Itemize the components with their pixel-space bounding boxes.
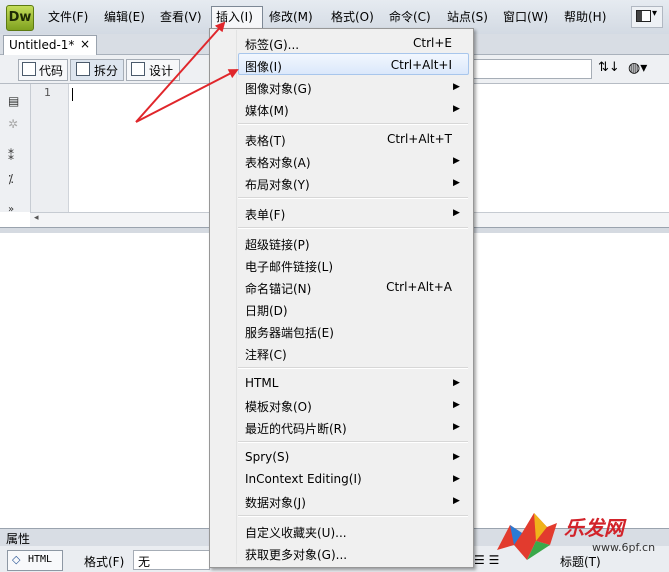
watermark-url: www.6pf.cn bbox=[592, 541, 656, 554]
menu-view[interactable]: 查看(V) bbox=[160, 8, 202, 25]
design-view-label: 设计 bbox=[149, 64, 174, 78]
menu-commands[interactable]: 命令(C) bbox=[389, 8, 431, 25]
watermark-text: 乐发网 bbox=[564, 516, 624, 540]
open-documents-icon[interactable]: ▤ bbox=[8, 94, 19, 108]
menu-insert[interactable]: 插入(I) bbox=[216, 8, 253, 25]
menu-separator bbox=[238, 367, 468, 369]
submenu-arrow-icon: ▶ bbox=[453, 82, 460, 92]
insert-menu-item-label: InContext Editing(I) bbox=[245, 472, 362, 486]
insert-menu-item-label: 自定义收藏夹(U)... bbox=[245, 526, 347, 540]
collapse-tag-icon[interactable]: ⁑ bbox=[8, 149, 14, 163]
menu-format[interactable]: 格式(O) bbox=[331, 8, 374, 25]
design-view-icon bbox=[131, 62, 145, 76]
properties-title: 属性 bbox=[6, 532, 31, 546]
code-view-icon bbox=[22, 62, 36, 76]
file-management-icon[interactable]: ⇅↓ bbox=[598, 60, 620, 75]
menu-separator bbox=[238, 515, 468, 517]
menu-icon-gutter bbox=[211, 30, 237, 564]
insert-menu-item-label: 标签(G)... bbox=[245, 38, 300, 52]
insert-menu-item-label: 最近的代码片断(R) bbox=[245, 422, 347, 436]
insert-menu-item-label: 媒体(M) bbox=[245, 104, 289, 118]
insert-menu-item-label: Spry(S) bbox=[245, 450, 290, 464]
submenu-arrow-icon: ▶ bbox=[453, 104, 460, 114]
menu-separator bbox=[238, 227, 468, 229]
insert-menu-item-label: 电子邮件链接(L) bbox=[245, 260, 334, 274]
insert-menu-item-shortcut: Ctrl+Alt+I bbox=[390, 58, 452, 72]
submenu-arrow-icon: ▶ bbox=[453, 452, 460, 462]
submenu-arrow-icon: ▶ bbox=[453, 474, 460, 484]
dreamweaver-logo: Dw bbox=[6, 5, 34, 31]
watermark-logo bbox=[497, 513, 557, 560]
submenu-arrow-icon: ▶ bbox=[453, 156, 460, 166]
document-tab-title: Untitled-1* bbox=[9, 38, 75, 52]
menu-window[interactable]: 窗口(W) bbox=[503, 8, 548, 25]
menu-help[interactable]: 帮助(H) bbox=[564, 8, 606, 25]
html-tag-icon: ◇ bbox=[12, 553, 21, 566]
insert-menu-item-shortcut: Ctrl+E bbox=[413, 36, 452, 50]
split-view-label: 拆分 bbox=[94, 64, 119, 78]
insert-menu-item-label: 注释(C) bbox=[245, 348, 287, 362]
menu-site[interactable]: 站点(S) bbox=[447, 8, 488, 25]
insert-menu-item-label: 表格对象(A) bbox=[245, 156, 311, 170]
insert-menu-item-label: 日期(D) bbox=[245, 304, 288, 318]
insert-menu-item-label: 服务器端包括(E) bbox=[245, 326, 334, 340]
insert-menu-item-shortcut: Ctrl+Alt+T bbox=[386, 132, 452, 146]
insert-menu-item-label: 图像对象(G) bbox=[245, 82, 312, 96]
menu-separator bbox=[238, 197, 468, 199]
title-label: 标题(T) bbox=[560, 555, 601, 569]
submenu-arrow-icon: ▶ bbox=[453, 400, 460, 410]
format-select-value: 无 bbox=[138, 555, 151, 569]
menu-separator bbox=[238, 123, 468, 125]
submenu-arrow-icon: ▶ bbox=[453, 378, 460, 388]
insert-menu-item-label: 图像(I) bbox=[245, 60, 282, 74]
submenu-arrow-icon: ▶ bbox=[453, 208, 460, 218]
insert-menu-item-label: HTML bbox=[245, 376, 279, 390]
chevron-down-icon: ▾ bbox=[652, 8, 658, 19]
format-label: 格式(F) bbox=[84, 555, 125, 569]
insert-menu-item-label: 获取更多对象(G)... bbox=[245, 548, 348, 562]
preview-browser-icon[interactable]: ◍▾ bbox=[628, 60, 647, 76]
code-view-label: 代码 bbox=[39, 64, 64, 78]
insert-menu-item-label: 表格(T) bbox=[245, 134, 286, 148]
insert-menu-item-label: 表单(F) bbox=[245, 208, 286, 222]
menu-edit[interactable]: 编辑(E) bbox=[104, 8, 145, 25]
insert-menu-item-label: 命名锚记(N) bbox=[245, 282, 312, 296]
layout-grid-icon bbox=[636, 10, 651, 22]
insert-menu-item-label: 数据对象(J) bbox=[245, 496, 306, 510]
line-number-gutter bbox=[31, 84, 69, 212]
close-icon[interactable]: × bbox=[80, 37, 90, 51]
more-tools-chevron-icon[interactable]: » bbox=[8, 204, 14, 215]
submenu-arrow-icon: ▶ bbox=[453, 496, 460, 506]
select-parent-tag-icon[interactable]: ⁒ bbox=[8, 172, 13, 186]
menu-modify[interactable]: 修改(M) bbox=[269, 8, 313, 25]
split-view-icon bbox=[76, 62, 90, 76]
settings-icon[interactable]: ✲ bbox=[8, 117, 18, 131]
scroll-left-icon[interactable]: ◂ bbox=[34, 213, 39, 223]
document-title-input[interactable] bbox=[468, 59, 592, 79]
menu-file[interactable]: 文件(F) bbox=[48, 8, 88, 25]
menu-separator bbox=[238, 441, 468, 443]
line-number: 1 bbox=[44, 86, 51, 99]
html-mode-label: HTML bbox=[28, 554, 53, 565]
insert-menu-item-label: 超级链接(P) bbox=[245, 238, 310, 252]
submenu-arrow-icon: ▶ bbox=[453, 178, 460, 188]
submenu-arrow-icon: ▶ bbox=[453, 422, 460, 432]
insert-menu-item-label: 模板对象(O) bbox=[245, 400, 312, 414]
insert-menu-item-shortcut: Ctrl+Alt+A bbox=[386, 280, 452, 294]
insert-menu-item-label: 布局对象(Y) bbox=[245, 178, 310, 192]
